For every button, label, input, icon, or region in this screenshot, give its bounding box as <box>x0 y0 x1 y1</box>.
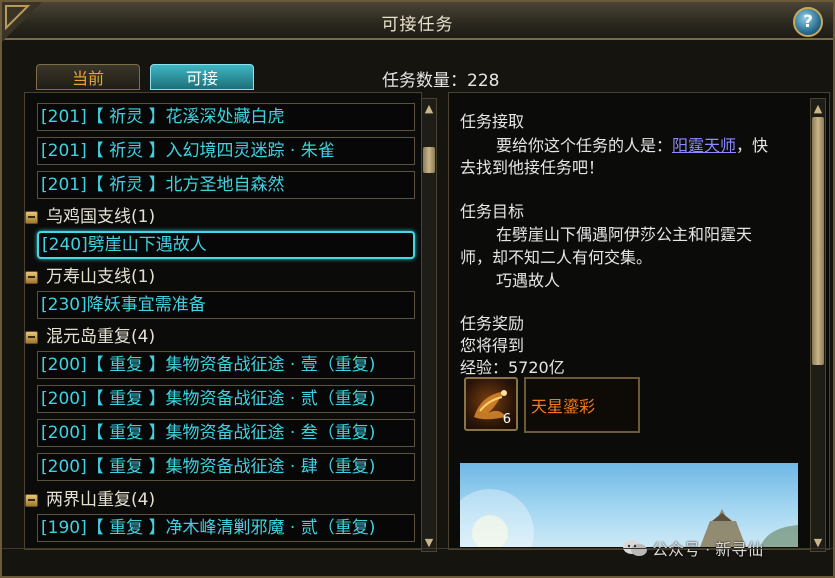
group-label: 两界山重复(4) <box>46 490 156 510</box>
collapse-minus-icon[interactable] <box>25 270 38 284</box>
quest-group-header[interactable]: 万寿山支线(1) <box>25 265 155 289</box>
scroll-up-icon[interactable]: ▲ <box>422 101 436 115</box>
goal-heading: 任务目标 <box>460 202 525 221</box>
quest-row[interactable]: [201]【 祈灵 】入幻境四灵迷踪 · 朱雀 <box>37 137 415 165</box>
accept-heading: 任务接取 <box>460 112 525 131</box>
reward-intro: 您将得到 <box>460 336 525 355</box>
quest-row[interactable]: [201]【 祈灵 】北方圣地自森然 <box>37 171 415 199</box>
window-title: 可接任务 <box>381 15 454 35</box>
question-mark-icon: ? <box>803 12 813 32</box>
tab-current[interactable]: 当前 <box>36 64 140 90</box>
quest-window: 可接任务 ? 当前 可接 任务数量：228 [201]【 祈灵 】花溪深处藏白虎… <box>0 0 835 578</box>
scroll-thumb[interactable] <box>423 147 435 173</box>
tab-available[interactable]: 可接 <box>150 64 254 90</box>
reward-item-quantity: 6 <box>502 412 511 427</box>
quest-list-scrollbar[interactable]: ▲ ▼ <box>421 98 437 552</box>
accept-line: 去找到他接任务吧！ <box>460 158 605 177</box>
quest-row-selected[interactable]: [240]劈崖山下遇故人 <box>37 231 415 259</box>
quest-row[interactable]: [190]【 重复 】净木峰清剿邪魔 · 贰（重复) <box>37 514 415 542</box>
quest-row[interactable]: [200]【 重复 】集物资备战征途 · 贰（重复) <box>37 385 415 413</box>
accept-line-tail: ，快 <box>736 136 769 155</box>
group-label: 万寿山支线(1) <box>46 267 156 287</box>
scroll-thumb[interactable] <box>812 117 824 365</box>
title-bar[interactable]: 可接任务 ? <box>2 2 833 42</box>
collapse-minus-icon[interactable] <box>25 330 38 344</box>
scroll-down-icon[interactable]: ▼ <box>811 535 825 549</box>
detail-scrollbar[interactable]: ▲ ▼ <box>810 98 826 552</box>
scene-illustration <box>460 489 798 547</box>
quest-row[interactable]: [230]降妖事宜需准备 <box>37 291 415 319</box>
quest-row[interactable]: [200]【 重复 】集物资备战征途 · 叁（重复) <box>37 419 415 447</box>
reward-exp: 经验：5720亿 <box>460 358 565 377</box>
scroll-up-icon[interactable]: ▲ <box>811 101 825 115</box>
npc-link[interactable]: 阳霆天师 <box>672 136 736 155</box>
scroll-down-icon[interactable]: ▼ <box>422 535 436 549</box>
reward-item-slot[interactable]: 6 <box>464 377 518 431</box>
help-button[interactable]: ? <box>793 7 823 37</box>
quest-group-header[interactable]: 两界山重复(4) <box>25 488 155 512</box>
collapse-minus-icon[interactable] <box>25 210 38 224</box>
quest-row[interactable]: [200]【 重复 】集物资备战征途 · 壹（重复) <box>37 351 415 379</box>
quest-group-header[interactable]: 乌鸡国支线(1) <box>25 205 155 229</box>
accept-line-text: 要给你这个任务的人是： <box>496 136 673 155</box>
reward-item-name: 天星鎏彩 <box>524 377 640 433</box>
goal-line: 师，却不知二人有何交集。 <box>460 248 653 267</box>
accept-line: 要给你这个任务的人是：阳霆天师，快 <box>496 132 768 156</box>
quest-row[interactable]: [200]【 重复 】集物资备战征途 · 肆（重复) <box>37 453 415 481</box>
group-label: 混元岛重复(4) <box>46 327 156 347</box>
quest-group-header[interactable]: 混元岛重复(4) <box>25 325 155 349</box>
quest-count: 任务数量：228 <box>382 71 500 91</box>
goal-line: 在劈崖山下偶遇阿伊莎公主和阳霆天 <box>496 225 753 244</box>
collapse-minus-icon[interactable] <box>25 493 38 507</box>
goal-target: 巧遇故人 <box>496 271 561 290</box>
quest-row[interactable]: [201]【 祈灵 】花溪深处藏白虎 <box>37 103 415 131</box>
group-label: 乌鸡国支线(1) <box>46 207 156 227</box>
quest-list-panel: [201]【 祈灵 】花溪深处藏白虎 [201]【 祈灵 】入幻境四灵迷踪 · … <box>24 92 422 550</box>
reward-heading: 任务奖励 <box>460 314 525 333</box>
quest-scene-image <box>460 463 798 547</box>
window-bottom-frame <box>2 548 833 576</box>
